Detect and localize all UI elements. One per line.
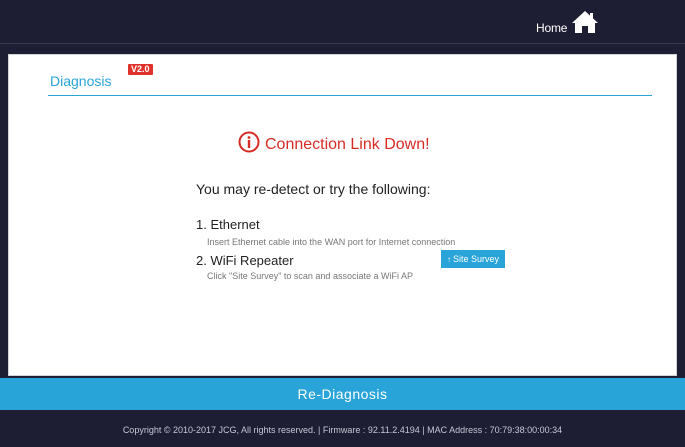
title-divider — [48, 95, 652, 96]
top-bar: Home — [0, 0, 685, 44]
home-link[interactable]: Home — [536, 10, 599, 39]
diagnosis-panel: Diagnosis V2.0 Connection Link Down! You… — [8, 54, 677, 376]
home-icon — [571, 10, 599, 39]
info-circle-icon — [238, 131, 260, 158]
top-bar-divider — [0, 43, 685, 44]
site-survey-label: Site Survey — [452, 254, 500, 264]
option-ethernet-desc: Insert Ethernet cable into the WAN port … — [207, 237, 456, 247]
re-diagnosis-button[interactable]: Re-Diagnosis — [0, 378, 685, 410]
site-survey-button[interactable]: ↑ Site Survey — [441, 250, 505, 268]
version-badge: V2.0 — [128, 64, 153, 75]
intro-text: You may re-detect or try the following: — [196, 181, 431, 197]
option-wifi-desc: Click "Site Survey" to scan and associat… — [207, 271, 413, 281]
footer-text: Copyright © 2010-2017 JCG, All rights re… — [122, 425, 563, 435]
panel-title: Diagnosis — [50, 73, 112, 89]
option-wifi-title: 2. WiFi Repeater — [196, 253, 294, 268]
home-label: Home — [536, 20, 568, 35]
wifi-icon: ↑ — [446, 254, 451, 264]
option-ethernet-title: 1. Ethernet — [196, 217, 260, 232]
status-message: Connection Link Down! — [265, 135, 430, 153]
connection-status: Connection Link Down! — [238, 131, 430, 158]
